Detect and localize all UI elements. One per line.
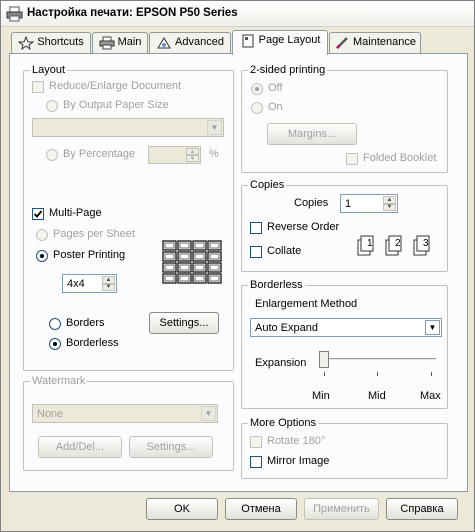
poster-printing-radio[interactable] (36, 250, 48, 262)
watermark-add-del-button[interactable]: Add/Del... (38, 436, 122, 458)
rotate-180-label: Rotate 180° (267, 435, 326, 447)
copies-label: Copies (294, 197, 329, 209)
chevron-down-icon: ▼ (207, 120, 222, 135)
printer-icon (99, 36, 115, 50)
percent-sign: % (209, 148, 219, 160)
chevron-down-icon: ▼ (425, 320, 440, 335)
scale-mid-label: Mid (368, 390, 386, 402)
expansion-slider-track[interactable] (319, 358, 436, 361)
layout-group-title: Layout (30, 64, 68, 76)
collate-label: Collate (267, 245, 302, 257)
help-button[interactable]: Справка (386, 498, 458, 520)
reverse-order-checkbox[interactable] (250, 222, 262, 234)
scale-max-label: Max (420, 390, 441, 402)
title-bar[interactable]: Настройка печати: EPSON P50 Series (1, 1, 474, 27)
reduce-enlarge-label: Reduce/Enlarge Document (49, 80, 182, 92)
borderless-radio[interactable] (49, 338, 61, 350)
by-percentage-radio[interactable] (46, 149, 58, 161)
collate-page-number: 2 (395, 238, 401, 249)
expansion-slider-thumb[interactable] (319, 351, 329, 368)
tab-label: Advanced (175, 36, 224, 48)
poster-settings-button[interactable]: Settings... (149, 312, 219, 334)
spinner-arrows-icon: ▲ ▼ (383, 196, 396, 211)
multi-page-checkbox[interactable] (32, 208, 44, 220)
copies-group-title: Copies (248, 179, 287, 191)
reverse-order-label: Reverse Order (267, 221, 340, 233)
checkmark-icon (33, 210, 43, 218)
watermark-group-title: Watermark (30, 375, 88, 387)
collate-page-number: 1 (367, 238, 373, 249)
two-sided-group-title: 2-sided printing (248, 64, 328, 76)
apply-button[interactable]: Применить (304, 498, 379, 520)
borderless-layout-label: Borderless (66, 337, 119, 349)
mirror-image-checkbox[interactable] (250, 456, 262, 468)
watermark-settings-button[interactable]: Settings... (129, 436, 213, 458)
more-options-group-title: More Options (248, 417, 319, 429)
multi-page-label: Multi-Page (49, 207, 102, 219)
copies-spinner[interactable]: 1 ▲ ▼ (340, 194, 398, 213)
percentage-spinner[interactable]: ▲ ▼ (148, 146, 201, 164)
slider-tick (377, 372, 378, 376)
printer-icon (6, 6, 23, 22)
collate-page-number: 3 (423, 238, 429, 249)
borders-label: Borders (66, 317, 105, 329)
enlargement-method-select[interactable]: Auto Expand ▼ (250, 318, 442, 337)
watermark-select[interactable]: None ▼ (32, 404, 218, 423)
two-sided-on-radio[interactable] (251, 102, 263, 114)
slider-tick (324, 372, 325, 376)
by-percentage-label: By Percentage (63, 148, 136, 160)
margins-button[interactable]: Margins... (267, 123, 357, 145)
reduce-enlarge-checkbox[interactable] (32, 81, 44, 93)
star-icon (18, 36, 35, 50)
borders-radio[interactable] (49, 318, 61, 330)
page-icon (242, 34, 254, 48)
tab-label: Page Layout (258, 34, 321, 46)
advanced-icon (157, 37, 171, 49)
chevron-down-icon: ▼ (201, 406, 216, 421)
pages-per-sheet-label: Pages per Sheet (53, 228, 135, 240)
mirror-image-label: Mirror Image (267, 455, 330, 467)
tab-label: Shortcuts (37, 36, 84, 48)
tab-maintenance[interactable]: Maintenance (329, 32, 421, 53)
spinner-arrows-icon: ▲ ▼ (186, 148, 199, 162)
folded-booklet-label: Folded Booklet (363, 152, 437, 164)
expansion-label: Expansion (255, 357, 307, 369)
print-settings-window: Настройка печати: EPSON P50 Series Short… (0, 0, 475, 532)
output-paper-select[interactable]: ▼ (32, 118, 224, 137)
rotate-180-checkbox[interactable] (250, 436, 262, 448)
tab-advanced[interactable]: Advanced (149, 32, 231, 53)
cancel-button[interactable]: Отмена (225, 498, 297, 520)
two-sided-off-radio[interactable] (251, 83, 263, 95)
spinner-arrows-icon: ▲ ▼ (102, 276, 115, 291)
ok-button[interactable]: OK (146, 498, 218, 520)
more-options-group: More Options (241, 417, 448, 479)
borderless-group-title: Borderless (248, 279, 305, 291)
poster-printing-label: Poster Printing (53, 249, 126, 261)
by-output-paper-radio[interactable] (46, 100, 58, 112)
slider-tick (431, 372, 432, 376)
two-sided-off-label: Off (268, 82, 283, 94)
poster-size-spinner[interactable]: 4x4 ▲ ▼ (62, 274, 117, 293)
tab-label: Main (117, 36, 142, 48)
pages-per-sheet-radio[interactable] (36, 229, 48, 241)
poster-grid-icon (162, 240, 222, 284)
by-output-paper-label: By Output Paper Size (63, 99, 169, 111)
collate-pages-icon: 1 2 3 (356, 232, 442, 258)
tab-shortcuts[interactable]: Shortcuts (11, 32, 91, 53)
tab-main[interactable]: Main (92, 32, 148, 53)
window-title: Настройка печати: EPSON P50 Series (27, 7, 238, 19)
collate-checkbox[interactable] (250, 246, 262, 258)
tab-page-layout[interactable]: Page Layout (232, 30, 328, 55)
two-sided-on-label: On (268, 101, 283, 113)
tab-label: Maintenance (353, 36, 416, 48)
enlargement-method-label: Enlargement Method (255, 298, 358, 310)
pencil-icon (336, 37, 348, 49)
folded-booklet-checkbox[interactable] (346, 153, 358, 165)
scale-min-label: Min (312, 390, 330, 402)
